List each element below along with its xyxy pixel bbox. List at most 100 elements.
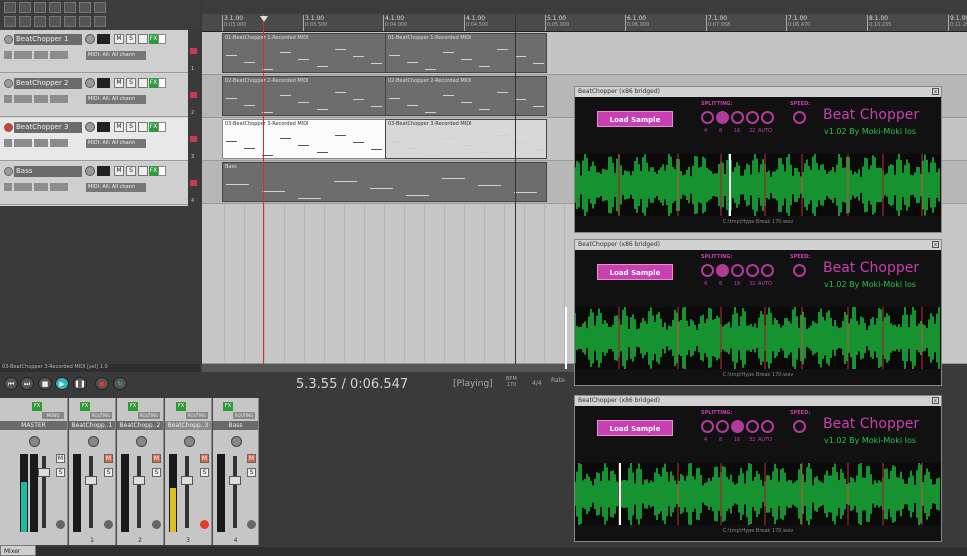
record-icon[interactable]: ● [95, 377, 109, 390]
record-arm-button[interactable] [4, 123, 13, 132]
solo-button[interactable]: S [200, 468, 209, 477]
speed-radio[interactable] [793, 264, 806, 277]
monitor-icon[interactable] [34, 51, 48, 59]
env-icon[interactable] [138, 166, 148, 176]
split-radio[interactable] [761, 264, 774, 277]
midi-item[interactable]: 03-BeatChopper 3-Recorded MIDI [222, 119, 386, 159]
record-arm-button[interactable] [56, 520, 65, 529]
io-icon[interactable] [158, 166, 166, 176]
input-route[interactable]: MIDI: All: All chann [86, 183, 146, 192]
monitor-icon[interactable] [34, 183, 48, 191]
envelope-icon[interactable] [64, 16, 76, 27]
volume-knob-icon[interactable] [85, 78, 95, 88]
volume-fader[interactable] [42, 456, 46, 528]
volume-fader[interactable] [137, 456, 141, 528]
env-icon[interactable] [138, 78, 148, 88]
solo-button[interactable]: S [126, 34, 136, 44]
midi-item[interactable]: 01-BeatChopper 1-Recorded MIDI [222, 33, 386, 73]
fader-cap[interactable] [229, 476, 241, 485]
split-radio[interactable] [746, 264, 759, 277]
fader-cap[interactable] [181, 476, 193, 485]
pan-icon[interactable] [50, 51, 68, 59]
mixer-strip[interactable]: FX ROUTING BeatChopp..1 M S 1 [69, 398, 116, 545]
crossfade-icon[interactable] [94, 16, 106, 27]
solo-button[interactable]: S [152, 468, 161, 477]
io-icon[interactable] [158, 34, 166, 44]
mixer-strip[interactable]: FX ROUTING Bass M S 4 [213, 398, 259, 545]
track-header[interactable]: Bass M S FX MIDI: All: All chann [0, 162, 190, 205]
phase-icon[interactable] [4, 139, 12, 147]
split-radio[interactable] [731, 111, 744, 124]
pan-knob-icon[interactable] [231, 436, 242, 447]
split-radio[interactable] [731, 264, 744, 277]
split-radio[interactable] [761, 420, 774, 433]
speed-radio[interactable] [793, 420, 806, 433]
input-icon[interactable] [14, 51, 32, 59]
midi-item[interactable]: 02-BeatChopper 2-Recorded MIDI [222, 76, 386, 116]
fader-cap[interactable] [85, 476, 97, 485]
fx-button[interactable]: FX [32, 402, 42, 411]
split-radio[interactable] [746, 111, 759, 124]
record-arm-button[interactable] [4, 79, 13, 88]
track-name[interactable]: BeatChopper 2 [14, 78, 82, 89]
fx-button[interactable]: FX [223, 402, 233, 411]
fader-cap[interactable] [38, 468, 50, 477]
save-icon[interactable] [34, 2, 46, 13]
input-route[interactable]: MIDI: All: All chann [86, 51, 146, 60]
split-radio[interactable] [731, 420, 744, 433]
fx-button[interactable]: FX [128, 402, 138, 411]
grid-icon[interactable] [19, 16, 31, 27]
env-icon[interactable] [138, 122, 148, 132]
mixer-tab[interactable]: Mixer [0, 545, 36, 556]
mixer-strip[interactable]: FX ROUTING BeatChopp..3 M S 3 [165, 398, 212, 545]
mute-button[interactable]: M [114, 166, 124, 176]
track-name[interactable]: Bass [14, 166, 82, 177]
pan-knob-icon[interactable] [29, 436, 40, 447]
volume-fader[interactable] [185, 456, 189, 528]
mute-button[interactable]: M [200, 454, 209, 463]
load-sample-button[interactable]: Load Sample [597, 111, 673, 127]
routing-button[interactable]: ROUTING [186, 412, 208, 419]
input-route[interactable]: MIDI: All: All chann [86, 95, 146, 104]
pan-icon[interactable] [50, 183, 68, 191]
track-header[interactable]: BeatChopper 3 M S FX MIDI: All: All chann [0, 118, 190, 161]
input-icon[interactable] [14, 95, 32, 103]
volume-knob-icon[interactable] [85, 122, 95, 132]
monitor-icon[interactable] [34, 95, 48, 103]
fx-button[interactable]: FX [176, 402, 186, 411]
close-icon[interactable]: x [932, 88, 939, 95]
undo-icon[interactable] [64, 2, 76, 13]
new-project-icon[interactable] [4, 2, 16, 13]
go-end-icon[interactable]: ⏭ [20, 377, 34, 390]
midi-item[interactable]: 03-BeatChopper 3-Recorded MIDI [385, 119, 547, 159]
fx-button[interactable]: FX [80, 402, 90, 411]
waveform-display[interactable] [565, 307, 941, 369]
split-radio[interactable] [701, 420, 714, 433]
plugin-window[interactable]: BeatChopper (x86 bridged) x Load Sample SPL… [574, 86, 942, 233]
input-icon[interactable] [14, 139, 32, 147]
split-radio[interactable] [716, 264, 729, 277]
solo-button[interactable]: S [126, 78, 136, 88]
split-radio[interactable] [746, 420, 759, 433]
track-name[interactable]: BeatChopper 1 [14, 34, 82, 45]
mute-button[interactable]: M [104, 454, 113, 463]
split-radio[interactable] [701, 264, 714, 277]
volume-knob-icon[interactable] [85, 34, 95, 44]
pan-knob-icon[interactable] [135, 436, 147, 447]
phase-icon[interactable] [4, 95, 12, 103]
repeat-icon[interactable]: ↻ [113, 377, 127, 390]
track-header[interactable]: BeatChopper 2 M S FX MIDI: All: All chann [0, 74, 190, 117]
record-arm-button[interactable] [152, 520, 161, 529]
mute-button[interactable]: M [56, 454, 65, 463]
snap-icon[interactable] [4, 16, 16, 27]
routing-button[interactable]: ROUTING [90, 412, 112, 419]
speed-radio[interactable] [793, 111, 806, 124]
close-icon[interactable]: x [932, 397, 939, 404]
solo-button[interactable]: S [126, 122, 136, 132]
ripple-icon[interactable] [34, 16, 46, 27]
mute-button[interactable]: M [114, 122, 124, 132]
pan-knob-icon[interactable] [87, 436, 99, 447]
record-arm-button[interactable] [4, 167, 13, 176]
close-icon[interactable]: x [932, 241, 939, 248]
midi-item[interactable]: Bass [222, 162, 547, 202]
